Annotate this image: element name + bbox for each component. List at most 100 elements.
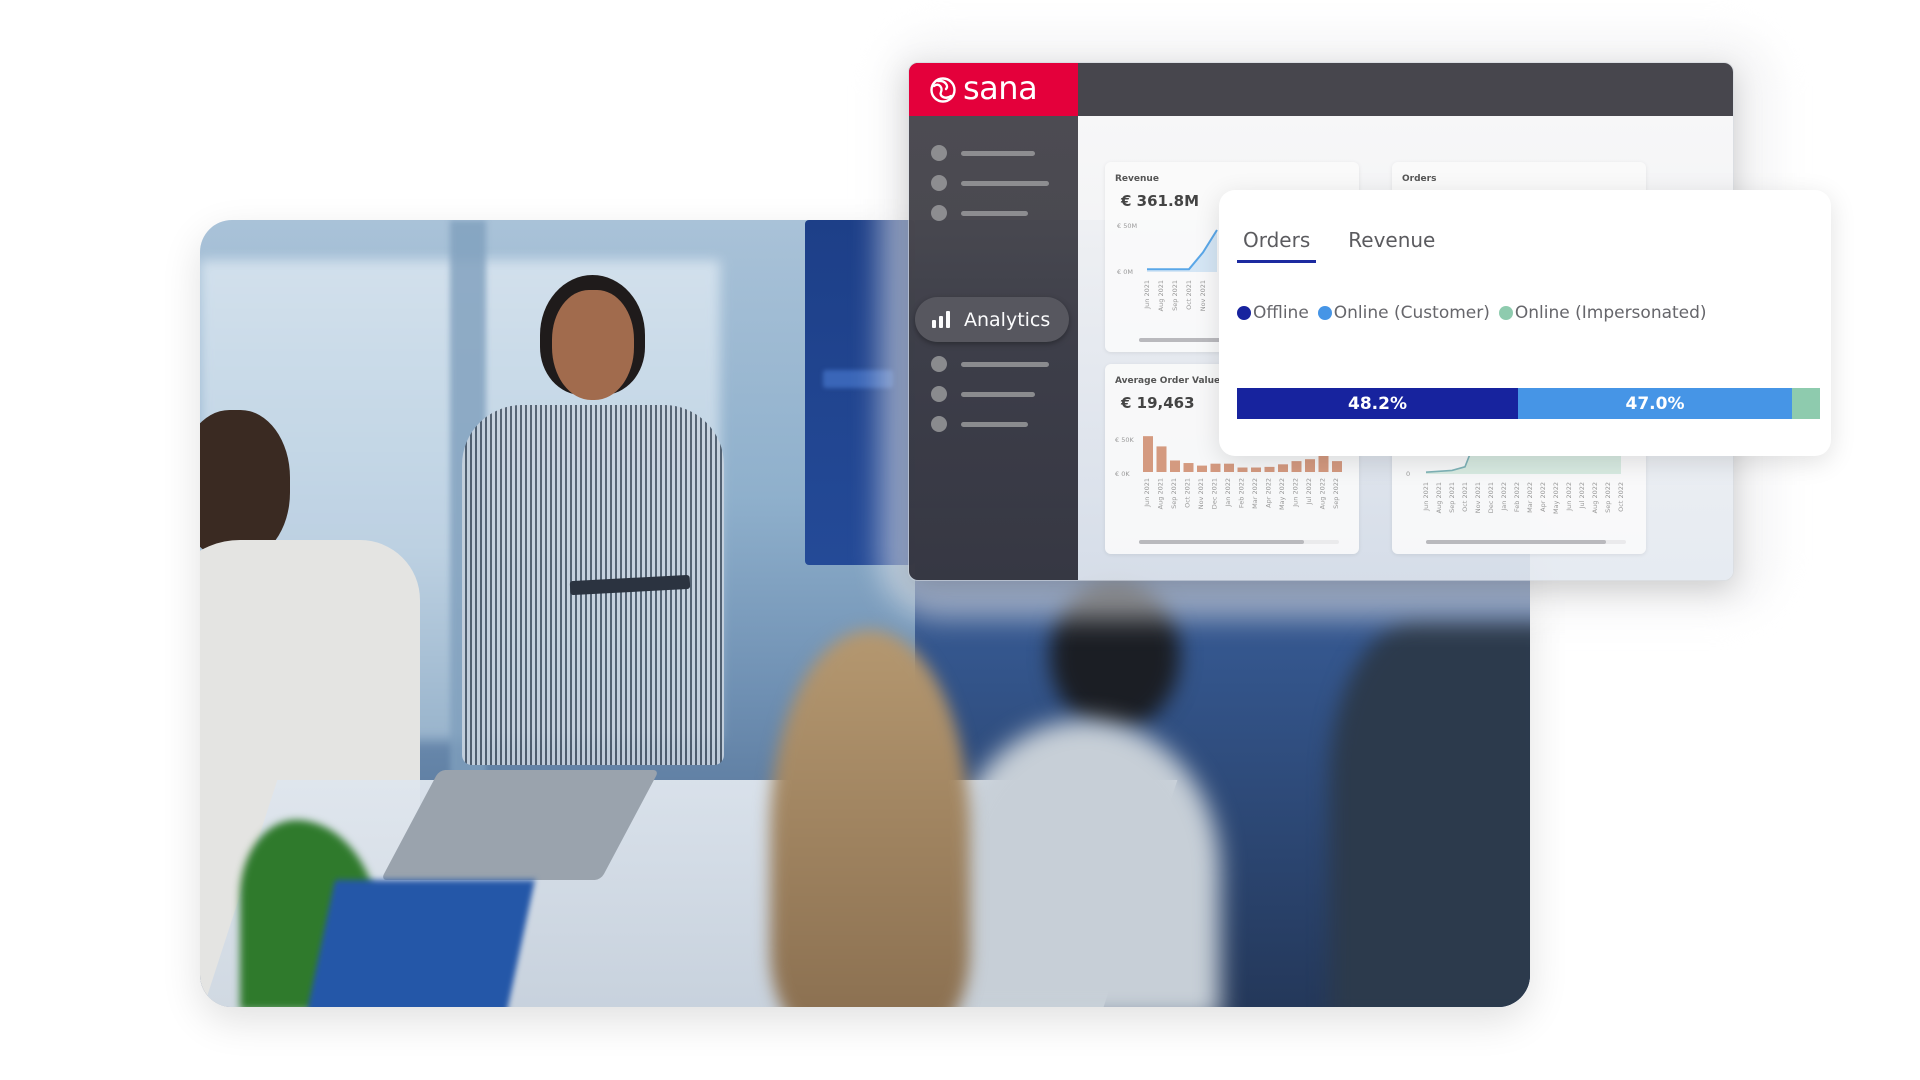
- aov-bar: [1197, 465, 1207, 472]
- x-tick-label: Sep 2021: [1171, 280, 1179, 311]
- x-tick-label: Apr 2022: [1265, 478, 1273, 508]
- y-tick-label: 0: [1406, 470, 1410, 478]
- legend-dot-icon: [1498, 306, 1513, 320]
- brand-name: sana: [963, 68, 1038, 107]
- aov-bar: [1156, 446, 1167, 472]
- x-tick-label: Aug 2022: [1319, 478, 1327, 509]
- legend-item-online-customer: Online (Customer): [1317, 303, 1490, 323]
- x-tick-label: Jun 2022: [1565, 482, 1573, 512]
- x-tick-label: Jul 2022: [1578, 482, 1586, 509]
- segment-offline[interactable]: 48.2%: [1237, 388, 1518, 419]
- y-tick-label: € 50K: [1115, 436, 1134, 444]
- legend-label: Online (Customer): [1333, 303, 1490, 323]
- placeholder-icon: [931, 205, 947, 221]
- sidebar: Analytics: [909, 116, 1078, 580]
- sidebar-item-6[interactable]: [931, 386, 1035, 402]
- segment-online-customer[interactable]: 47.0%: [1518, 388, 1792, 419]
- x-tick-label: Dec 2021: [1487, 482, 1495, 513]
- sidebar-item-3[interactable]: [931, 205, 1028, 221]
- sidebar-item-1[interactable]: [931, 145, 1035, 161]
- x-tick-label: Sep 2021: [1170, 478, 1178, 509]
- tab-revenue[interactable]: Revenue: [1342, 228, 1441, 263]
- x-tick-label: Jun 2022: [1292, 478, 1300, 508]
- x-tick-label: Mar 2022: [1251, 478, 1259, 509]
- chart-scrollbar[interactable]: [1139, 540, 1339, 544]
- sidebar-item-5[interactable]: [931, 356, 1049, 372]
- x-tick-label: Sep 2021: [1448, 482, 1456, 513]
- aov-bar: [1183, 463, 1194, 472]
- sidebar-item-7[interactable]: [931, 416, 1028, 432]
- brand-logo[interactable]: sana: [909, 63, 1078, 116]
- photo-attendee-right: [1330, 620, 1530, 1007]
- x-tick-label: Oct 2021: [1461, 482, 1469, 512]
- aov-bar: [1305, 459, 1315, 472]
- x-tick-label: Mar 2022: [1526, 482, 1534, 513]
- sidebar-item-2[interactable]: [931, 175, 1049, 191]
- placeholder-label: [961, 210, 1028, 216]
- aov-bar: [1318, 455, 1329, 472]
- aov-bar: [1237, 467, 1248, 472]
- chart-legend: Offline Online (Customer) Online (Impers…: [1237, 303, 1707, 323]
- sidebar-item-label: Analytics: [964, 308, 1051, 331]
- legend-dot-icon: [1237, 306, 1251, 320]
- legend-item-offline: Offline: [1237, 303, 1309, 323]
- placeholder-icon: [931, 145, 947, 161]
- placeholder-icon: [931, 356, 947, 372]
- aov-bar: [1291, 461, 1302, 472]
- y-tick-label: € 50M: [1117, 222, 1137, 230]
- aov-bar: [1251, 467, 1261, 472]
- chart-scrollbar[interactable]: [1426, 540, 1626, 544]
- placeholder-label: [961, 361, 1049, 367]
- x-tick-label: Aug 2022: [1591, 482, 1599, 513]
- placeholder-icon: [931, 386, 947, 402]
- segment-label: 47.0%: [1625, 393, 1685, 414]
- x-tick-label: Jun 2021: [1422, 482, 1430, 512]
- placeholder-label: [961, 150, 1035, 156]
- segment-label: 48.2%: [1348, 393, 1407, 414]
- x-tick-label: Apr 2022: [1539, 482, 1547, 512]
- y-tick-label: € 0M: [1117, 268, 1133, 276]
- aov-bar: [1143, 436, 1153, 472]
- x-tick-label: Jun 2021: [1143, 478, 1151, 508]
- x-tick-label: Aug 2021: [1157, 478, 1165, 509]
- sana-logo-icon: [930, 76, 956, 103]
- x-tick-label: Nov 2021: [1199, 280, 1207, 311]
- revenue-area: [1147, 230, 1217, 272]
- legend-item-online-impersonated: Online (Impersonated): [1498, 303, 1707, 323]
- x-tick-label: Sep 2022: [1332, 478, 1340, 509]
- tab-orders[interactable]: Orders: [1237, 228, 1317, 263]
- x-tick-label: Sep 2022: [1604, 482, 1612, 513]
- placeholder-label: [961, 421, 1028, 427]
- bar-chart-icon: [932, 311, 950, 328]
- photo-foreground-laptop-screen: [305, 880, 535, 1007]
- stacked-percentage-bar: 48.2% 47.0%: [1237, 388, 1820, 419]
- photo-seated-man-head: [200, 410, 290, 560]
- x-tick-label: Nov 2021: [1197, 478, 1205, 509]
- aov-bar: [1264, 466, 1275, 472]
- y-tick-label: € 0K: [1115, 470, 1130, 478]
- x-tick-label: Aug 2021: [1157, 280, 1165, 311]
- x-tick-label: Dec 2021: [1211, 478, 1219, 509]
- x-tick-label: Jan 2022: [1224, 478, 1232, 508]
- x-tick-label: Nov 2021: [1474, 482, 1482, 513]
- sidebar-item-analytics[interactable]: Analytics: [915, 297, 1069, 342]
- placeholder-icon: [931, 416, 947, 432]
- aov-bar: [1170, 460, 1180, 472]
- x-tick-label: Feb 2022: [1238, 478, 1246, 508]
- legend-label: Offline: [1253, 303, 1309, 323]
- photo-attendee-blond: [770, 630, 970, 1007]
- aov-bar: [1210, 463, 1221, 472]
- photo-attendee-body: [950, 720, 1220, 1007]
- x-tick-label: May 2022: [1278, 478, 1286, 510]
- x-tick-label: Aug 2021: [1435, 482, 1443, 513]
- aov-bar: [1224, 463, 1234, 472]
- x-tick-label: Jun 2021: [1143, 280, 1151, 310]
- x-tick-label: Oct 2021: [1185, 280, 1193, 310]
- x-tick-label: May 2022: [1552, 482, 1560, 514]
- x-tick-label: Jul 2022: [1305, 478, 1313, 505]
- channel-breakdown-popup: Orders Revenue Offline Online (Customer)…: [1219, 190, 1831, 456]
- segment-online-impersonated[interactable]: [1792, 388, 1820, 419]
- legend-label: Online (Impersonated): [1514, 303, 1707, 323]
- popup-tabs: Orders Revenue: [1237, 228, 1441, 263]
- x-tick-label: Feb 2022: [1513, 482, 1521, 512]
